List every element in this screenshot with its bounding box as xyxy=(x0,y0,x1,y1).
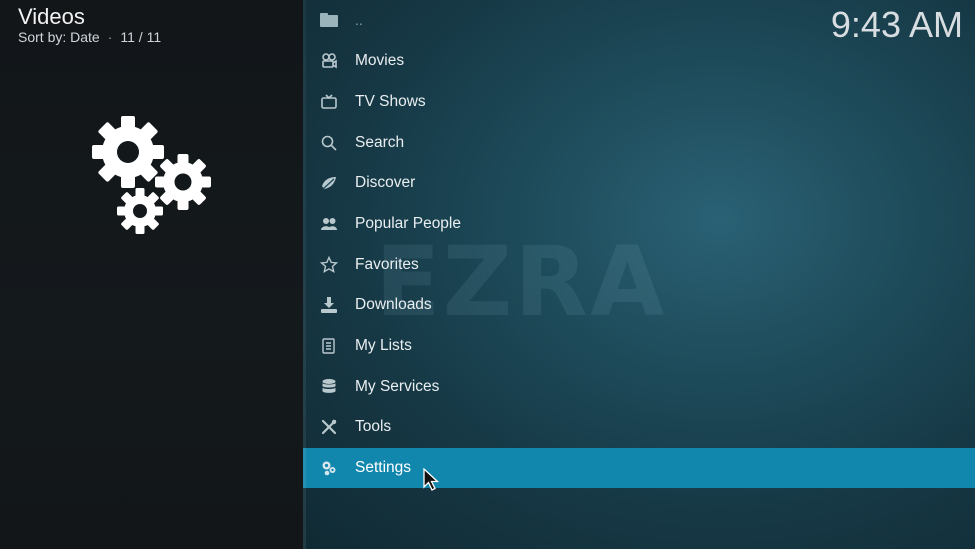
tv-icon xyxy=(319,92,339,112)
tools-icon xyxy=(319,417,339,437)
sort-info: Sort by: Date · 11 / 11 xyxy=(18,29,161,45)
menu-item-label: Settings xyxy=(355,459,412,476)
download-icon xyxy=(319,295,339,315)
people-icon xyxy=(319,214,339,234)
settings-icon xyxy=(319,458,339,478)
mouse-cursor-icon xyxy=(423,468,439,491)
separator-dot: · xyxy=(107,29,113,45)
discover-icon xyxy=(319,173,339,193)
parent-folder-label: .. xyxy=(355,12,363,28)
folder-up-icon xyxy=(319,10,339,30)
panel-divider xyxy=(303,0,306,549)
settings-gears-icon xyxy=(92,116,211,234)
item-position: 11 / 11 xyxy=(120,29,162,45)
menu-item-popular-people[interactable]: Popular People xyxy=(303,204,975,244)
menu-item-search[interactable]: Search xyxy=(303,123,975,163)
menu-item-my-services[interactable]: My Services xyxy=(303,367,975,407)
menu-item-tv-shows[interactable]: TV Shows xyxy=(303,82,975,122)
clock: 9:43 AM xyxy=(830,4,963,45)
menu-item-discover[interactable]: Discover xyxy=(303,163,975,203)
database-icon xyxy=(319,377,339,397)
menu-item-label: Downloads xyxy=(355,296,432,313)
menu-item-tools[interactable]: Tools xyxy=(303,407,975,447)
search-icon xyxy=(319,133,339,153)
menu-item-label: My Lists xyxy=(355,337,412,354)
menu-item-label: Movies xyxy=(355,52,405,69)
menu-item-label: Tools xyxy=(355,418,392,435)
menu-item-label: Favorites xyxy=(355,256,419,273)
page-title: Videos xyxy=(18,4,85,29)
menu-panel: EZRA .. Movies TV Shows Search Discover … xyxy=(303,0,975,549)
menu-item-label: Popular People xyxy=(355,215,461,232)
menu-item-label: My Services xyxy=(355,378,440,395)
sort-label: Sort by: Date xyxy=(18,29,100,45)
menu-item-movies[interactable]: Movies xyxy=(303,41,975,81)
star-icon xyxy=(319,255,339,275)
menu-item-label: TV Shows xyxy=(355,93,426,110)
menu-item-downloads[interactable]: Downloads xyxy=(303,285,975,325)
info-panel: Videos Sort by: Date · 11 / 11 xyxy=(0,0,303,549)
film-icon xyxy=(319,51,339,71)
menu-item-settings[interactable]: Settings xyxy=(303,448,975,491)
menu-item-label: Search xyxy=(355,134,405,151)
menu-item-label: Discover xyxy=(355,174,416,191)
menu-item-favorites[interactable]: Favorites xyxy=(303,245,975,285)
menu-item-my-lists[interactable]: My Lists xyxy=(303,326,975,366)
list-icon xyxy=(319,336,339,356)
